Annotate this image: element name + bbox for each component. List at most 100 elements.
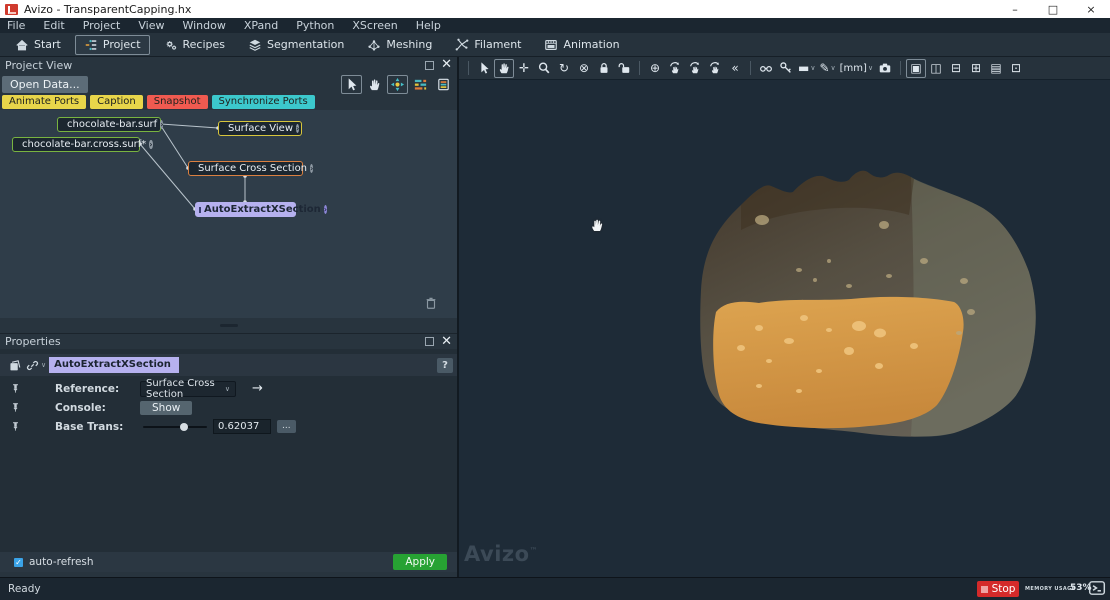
workspace-tab-filament[interactable]: Filament bbox=[446, 35, 530, 55]
avizo-watermark: Avizo™ bbox=[464, 542, 538, 566]
menu-edit[interactable]: Edit bbox=[34, 18, 73, 33]
node-menu-button[interactable]: › bbox=[160, 120, 163, 129]
workspace-tab-project[interactable]: Project bbox=[75, 35, 150, 55]
stop-button[interactable]: Stop bbox=[977, 581, 1019, 597]
snapshot-tool-icon[interactable] bbox=[875, 59, 895, 78]
base-trans-slider[interactable] bbox=[143, 419, 207, 435]
pv-select-tool[interactable] bbox=[341, 75, 362, 94]
previous-view-tool-icon[interactable]: « bbox=[725, 59, 745, 78]
module-square-icon bbox=[199, 207, 201, 213]
center-view-tool-icon[interactable]: ⊕ bbox=[645, 59, 665, 78]
port-button-synchronize-ports[interactable]: Synchronize Ports bbox=[212, 95, 315, 109]
menu-python[interactable]: Python bbox=[287, 18, 343, 33]
maximize-button[interactable]: □ bbox=[1034, 0, 1072, 18]
node-menu-button[interactable]: › bbox=[149, 140, 152, 149]
properties-title: Properties bbox=[5, 335, 61, 348]
close-panel-icon[interactable]: ✕ bbox=[441, 337, 452, 347]
menu-xscreen[interactable]: XScreen bbox=[343, 18, 406, 33]
seek-tool-icon[interactable]: ⊗ bbox=[574, 59, 594, 78]
viewport-3d-canvas[interactable]: Avizo™ bbox=[459, 80, 1110, 577]
window-title: Avizo - TransparentCapping.hx bbox=[24, 3, 191, 16]
chevron-down-icon[interactable]: ∨ bbox=[41, 361, 46, 369]
auto-refresh-checkbox[interactable]: ✓ bbox=[14, 558, 23, 567]
node-chocolate-bar-cross-surf[interactable]: chocolate-bar.cross.surf*› bbox=[12, 137, 140, 152]
pv-highlight-tool[interactable] bbox=[387, 75, 408, 94]
node-menu-button[interactable]: › bbox=[324, 205, 327, 214]
console-prompt-button[interactable] bbox=[1088, 579, 1106, 597]
pv-pan-tool[interactable] bbox=[364, 75, 385, 94]
trash-icon[interactable] bbox=[424, 296, 440, 312]
node-autoextractxsection[interactable]: AutoExtractXSection› bbox=[195, 202, 296, 217]
layout-two-vertical-icon[interactable]: ◫ bbox=[926, 59, 946, 78]
menu-view[interactable]: View bbox=[129, 18, 173, 33]
port-button-snapshot[interactable]: Snapshot bbox=[147, 95, 208, 109]
measure-tool-icon[interactable] bbox=[776, 59, 796, 78]
link-icon[interactable] bbox=[23, 359, 41, 372]
menu-file[interactable]: File bbox=[2, 18, 34, 33]
toolbar-separator bbox=[639, 61, 640, 75]
apply-button[interactable]: Apply bbox=[393, 554, 447, 570]
module-name-field[interactable]: AutoExtractXSection bbox=[49, 357, 179, 373]
stereo-view-tool-icon[interactable] bbox=[756, 59, 776, 78]
slider-handle[interactable] bbox=[180, 423, 188, 431]
show-console-button[interactable]: Show bbox=[140, 401, 192, 415]
rotate-view-y-tool-icon[interactable] bbox=[685, 59, 705, 78]
help-button[interactable]: ? bbox=[437, 358, 453, 373]
port-button-animate-ports[interactable]: Animate Ports bbox=[2, 95, 86, 109]
lock-tool-icon[interactable] bbox=[594, 59, 614, 78]
annotation-tool-icon[interactable]: ✎∨ bbox=[817, 59, 837, 78]
node-surface-view[interactable]: Surface View› bbox=[218, 121, 302, 136]
node-chocolate-bar-surf[interactable]: chocolate-bar.surf› bbox=[57, 117, 161, 132]
pv-colored-ports-tool[interactable] bbox=[410, 75, 431, 94]
rotate-view-x-tool-icon[interactable] bbox=[665, 59, 685, 78]
close-panel-icon[interactable]: ✕ bbox=[441, 60, 452, 70]
pin-icon[interactable] bbox=[8, 401, 22, 414]
pin-icon[interactable] bbox=[8, 382, 22, 395]
pv-port-list-tool[interactable] bbox=[433, 75, 454, 94]
goto-reference-arrow-icon[interactable]: → bbox=[252, 381, 263, 396]
base-trans-row: Base Trans: ... bbox=[0, 417, 457, 436]
pan-tool-icon[interactable] bbox=[494, 59, 514, 78]
base-trans-input[interactable] bbox=[213, 419, 271, 434]
close-button[interactable]: × bbox=[1072, 0, 1110, 18]
workspace-tab-segmentation[interactable]: Segmentation bbox=[239, 35, 353, 55]
menu-xpand[interactable]: XPand bbox=[235, 18, 287, 33]
stack-icon[interactable] bbox=[5, 359, 23, 372]
line-width-tool-icon[interactable]: ▬∨ bbox=[796, 59, 817, 78]
more-options-button[interactable]: ... bbox=[277, 420, 296, 433]
workspace-tab-start[interactable]: Start bbox=[6, 35, 70, 55]
port-button-caption[interactable]: Caption bbox=[90, 95, 143, 109]
node-menu-button[interactable]: › bbox=[310, 164, 313, 173]
node-graph-canvas[interactable]: chocolate-bar.surf› chocolate-bar.cross.s… bbox=[0, 110, 457, 318]
translate-tool-icon[interactable]: ✛ bbox=[514, 59, 534, 78]
rotate-tool-icon[interactable]: ↻ bbox=[554, 59, 574, 78]
layout-custom-icon[interactable]: ⊡ bbox=[1006, 59, 1026, 78]
unlock-tool-icon[interactable] bbox=[614, 59, 634, 78]
node-menu-button[interactable]: › bbox=[296, 124, 299, 133]
node-surface-cross-section[interactable]: Surface Cross Section› bbox=[188, 161, 303, 176]
reference-dropdown[interactable]: Surface Cross Section ∨ bbox=[140, 381, 236, 397]
menu-project[interactable]: Project bbox=[74, 18, 130, 33]
layout-rows-icon[interactable]: ▤ bbox=[986, 59, 1006, 78]
float-panel-icon[interactable] bbox=[425, 337, 434, 346]
open-data-button[interactable]: Open Data... bbox=[2, 76, 88, 93]
menu-help[interactable]: Help bbox=[407, 18, 450, 33]
workspace-tabs: StartProjectRecipesSegmentationMeshingFi… bbox=[0, 33, 1110, 57]
panel-splitter[interactable] bbox=[0, 318, 457, 333]
workspace-tab-meshing[interactable]: Meshing bbox=[358, 35, 441, 55]
port-buttons-row: Animate Ports Caption Snapshot Synchronize … bbox=[0, 95, 457, 109]
pin-icon[interactable] bbox=[8, 420, 22, 433]
layout-quad-icon[interactable]: ⊞ bbox=[966, 59, 986, 78]
layout-single-view-icon[interactable]: ▣ bbox=[906, 59, 926, 78]
menu-window[interactable]: Window bbox=[173, 18, 234, 33]
workspace-tab-recipes[interactable]: Recipes bbox=[155, 35, 235, 55]
memory-usage-label: MEMORY USAGE bbox=[1025, 586, 1075, 592]
layout-two-horizontal-icon[interactable]: ⊟ bbox=[946, 59, 966, 78]
units-selector[interactable]: [mm]∨ bbox=[838, 59, 875, 78]
rotate-view-z-tool-icon[interactable] bbox=[705, 59, 725, 78]
workspace-tab-animation[interactable]: Animation bbox=[535, 35, 628, 55]
float-panel-icon[interactable] bbox=[425, 61, 434, 70]
minimize-button[interactable]: – bbox=[996, 0, 1034, 18]
select-tool-icon[interactable] bbox=[474, 59, 494, 78]
zoom-tool-icon[interactable] bbox=[534, 59, 554, 78]
